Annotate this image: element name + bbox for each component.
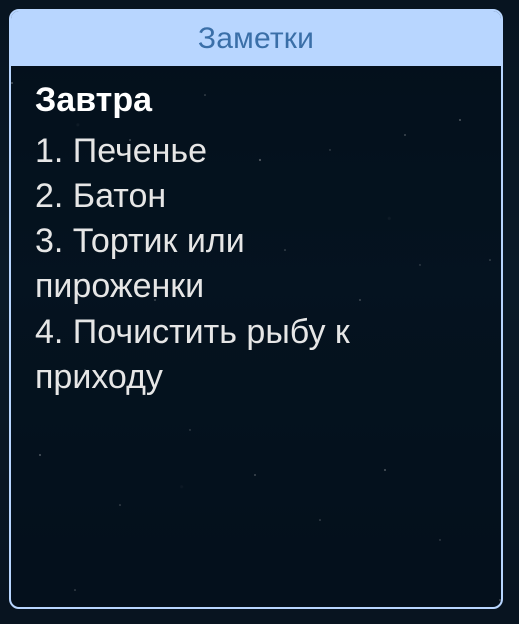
note-line: 4. Почистить рыбу к <box>35 312 350 351</box>
note-title: Завтра <box>35 81 152 119</box>
note-line: 3. Тортик или <box>35 222 245 261</box>
widget-header: Заметки <box>11 11 501 66</box>
note-line: 1. Печенье <box>35 131 208 170</box>
note-line: приходу <box>35 357 163 396</box>
notes-widget[interactable]: Заметки Завтра 1. Печенье 2. Батон 3. То… <box>9 9 503 609</box>
note-line: пироженки <box>35 267 205 306</box>
note-content[interactable]: Завтра 1. Печенье 2. Батон 3. Тортик или… <box>11 66 501 400</box>
widget-title: Заметки <box>197 21 315 55</box>
note-list: 1. Печенье 2. Батон 3. Тортик или пироже… <box>35 129 477 400</box>
note-line: 2. Батон <box>35 177 167 216</box>
